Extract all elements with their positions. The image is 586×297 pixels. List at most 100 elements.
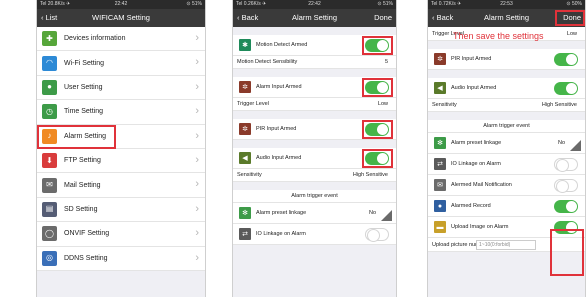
list-item-sd-setting[interactable]: ▤ SD Setting › — [37, 198, 205, 223]
pir-input-row: ✲ PIR Input Armed — [428, 49, 585, 70]
row-label: Alarm preset linkage — [451, 140, 502, 146]
highlight-box — [550, 229, 584, 276]
chevron-right-icon: › — [195, 251, 199, 264]
alarm-icon: ✲ — [239, 81, 251, 93]
phone-alarm-setting-top: Tel 0.26K/s ✈ 22:42 ⊙ 51% ‹ Back Alarm S… — [232, 0, 397, 297]
sensitivity-row[interactable]: Sensitivity High Sensitive — [233, 169, 396, 182]
list-item-label: Devices information — [64, 35, 126, 43]
status-bar: Tel 0.72K/s ✈ 22:53 ⊙ 50% — [428, 0, 585, 9]
motion-icon: ✱ — [239, 39, 251, 51]
highlight-box — [362, 36, 393, 55]
sd-card-icon: ▤ — [42, 201, 57, 217]
pir-input-toggle[interactable] — [554, 53, 578, 66]
row-label: PIR Input Armed — [451, 56, 492, 62]
row-label: PIR Input Armed — [256, 126, 297, 132]
status-time: 22:53 — [500, 1, 513, 7]
chevron-right-icon: › — [195, 153, 199, 166]
sensitivity-row[interactable]: Sensitivity High Sensitive — [428, 99, 585, 112]
chevron-right-icon: › — [195, 56, 199, 69]
row-label: Motion Detect Sensibility — [237, 59, 298, 65]
list-item-mail-setting[interactable]: ✉ Mail Setting › — [37, 173, 205, 198]
highlight-box — [362, 120, 393, 139]
list-item-user-setting[interactable]: ● User Setting › — [37, 76, 205, 101]
status-battery: ⊙ 51% — [377, 1, 393, 7]
list-item-devices-information[interactable]: ✚ Devices information › — [37, 27, 205, 52]
alarmed-record-toggle[interactable] — [554, 200, 578, 213]
done-button[interactable]: Done — [374, 9, 392, 27]
link-icon: ⇄ — [239, 228, 251, 240]
list-item-time-setting[interactable]: ◷ Time Setting › — [37, 100, 205, 125]
list-item-alarm-setting[interactable]: ♪ Alarm Setting › — [37, 124, 205, 149]
list-item-label: FTP Setting — [64, 157, 101, 165]
audio-input-toggle[interactable] — [554, 82, 578, 95]
audio-input-row: ◀ Audio Input Armed — [428, 78, 585, 99]
gear-icon: ✻ — [239, 207, 251, 219]
settings-list: ✚ Devices information › ◠ Wi-Fi Setting … — [37, 27, 205, 271]
section-header: Alarm trigger event — [291, 193, 338, 199]
upload-number-input[interactable]: 1~10(0:forbid) — [476, 240, 536, 250]
preset-linkage-row[interactable]: ✻ Alarm preset linkage No — [428, 133, 585, 154]
row-label: Alermed Mail Notification — [451, 182, 512, 188]
io-linkage-toggle[interactable] — [365, 228, 389, 242]
row-label: Audio Input Armed — [256, 155, 302, 161]
row-label: Trigger Level — [237, 101, 269, 107]
trigger-level-row[interactable]: Trigger Level Low — [233, 98, 396, 111]
alarm-input-row: ✲ Alarm Input Armed — [233, 77, 396, 98]
record-icon: ● — [434, 200, 446, 212]
chevron-right-icon: › — [195, 129, 199, 142]
list-item-label: SD Setting — [64, 205, 98, 213]
status-bar: Tel 20.8K/s ✈ 22:42 ⊙ 51% — [37, 0, 205, 9]
globe-icon: ◎ — [42, 250, 57, 266]
row-label: IO Linkage on Alarm — [256, 231, 306, 237]
mail-icon: ✉ — [42, 177, 57, 193]
mail-icon: ✉ — [434, 179, 446, 191]
highlight-box — [362, 149, 393, 168]
row-label: Alarm Input Armed — [256, 84, 302, 90]
row-label: Upload Image on Alarm — [451, 224, 509, 230]
highlight-box — [37, 124, 116, 149]
phone-settings-list: Tel 20.8K/s ✈ 22:42 ⊙ 51% ‹ List WIFICAM… — [36, 0, 206, 297]
list-item-label: Time Setting — [64, 108, 104, 116]
alarmed-record-row: ● Alarmed Record — [428, 196, 585, 217]
list-item-onvif-setting[interactable]: ◯ ONVIF Setting › — [37, 222, 205, 247]
chevron-right-icon: › — [195, 32, 199, 44]
list-item-ftp-setting[interactable]: ⬇ FTP Setting › — [37, 149, 205, 174]
link-icon: ⇄ — [434, 158, 446, 170]
row-label: Motion Detect Armed — [256, 42, 308, 48]
list-item-ddns-setting[interactable]: ◎ DDNS Setting › — [37, 247, 205, 271]
nav-bar: ‹ List WIFICAM Setting — [37, 9, 205, 27]
event-header: Alarm trigger event — [428, 120, 585, 133]
status-battery: ⊙ 50% — [566, 1, 582, 7]
row-label: IO Linkage on Alarm — [451, 161, 501, 167]
chevron-right-icon: › — [195, 178, 199, 191]
section-header: Alarm trigger event — [483, 123, 530, 129]
row-label: Audio Input Armed — [451, 85, 497, 91]
list-item-label: ONVIF Setting — [64, 230, 110, 238]
audio-input-row: ◀ Audio Input Armed — [233, 148, 396, 169]
row-value: Low — [377, 101, 388, 107]
folder-icon: ▬ — [434, 221, 446, 233]
gear-icon: ✻ — [434, 137, 446, 149]
preset-linkage-row[interactable]: ✻ Alarm preset linkage No — [233, 203, 396, 224]
list-item-label: Mail Setting — [64, 181, 101, 189]
highlight-box — [362, 78, 393, 97]
list-item-label: Wi-Fi Setting — [64, 59, 105, 67]
dropdown-corner-icon — [381, 210, 392, 221]
puzzle-icon: ✚ — [42, 31, 57, 47]
list-item-wifi-setting[interactable]: ◠ Wi-Fi Setting › — [37, 51, 205, 76]
row-value: No — [368, 210, 376, 216]
user-icon: ● — [42, 79, 57, 95]
onvif-icon: ◯ — [42, 226, 57, 242]
status-time: 22:42 — [114, 1, 128, 7]
motion-sensibility-row[interactable]: Motion Detect Sensibility 5 — [233, 56, 396, 69]
io-linkage-row: ⇄ IO Linkage on Alarm — [428, 154, 585, 175]
row-value: Low — [566, 30, 577, 37]
mail-notification-row: ✉ Alermed Mail Notification — [428, 175, 585, 196]
nav-bar: ‹ Back Alarm Setting Done — [233, 9, 396, 27]
page-title: WIFICAM Setting — [92, 13, 150, 22]
row-value: High Sensitive — [541, 102, 577, 108]
status-bar: Tel 0.26K/s ✈ 22:42 ⊙ 51% — [233, 0, 396, 9]
io-linkage-toggle[interactable] — [554, 158, 578, 172]
row-label: Sensitivity — [432, 102, 457, 108]
mail-notification-toggle[interactable] — [554, 179, 578, 193]
